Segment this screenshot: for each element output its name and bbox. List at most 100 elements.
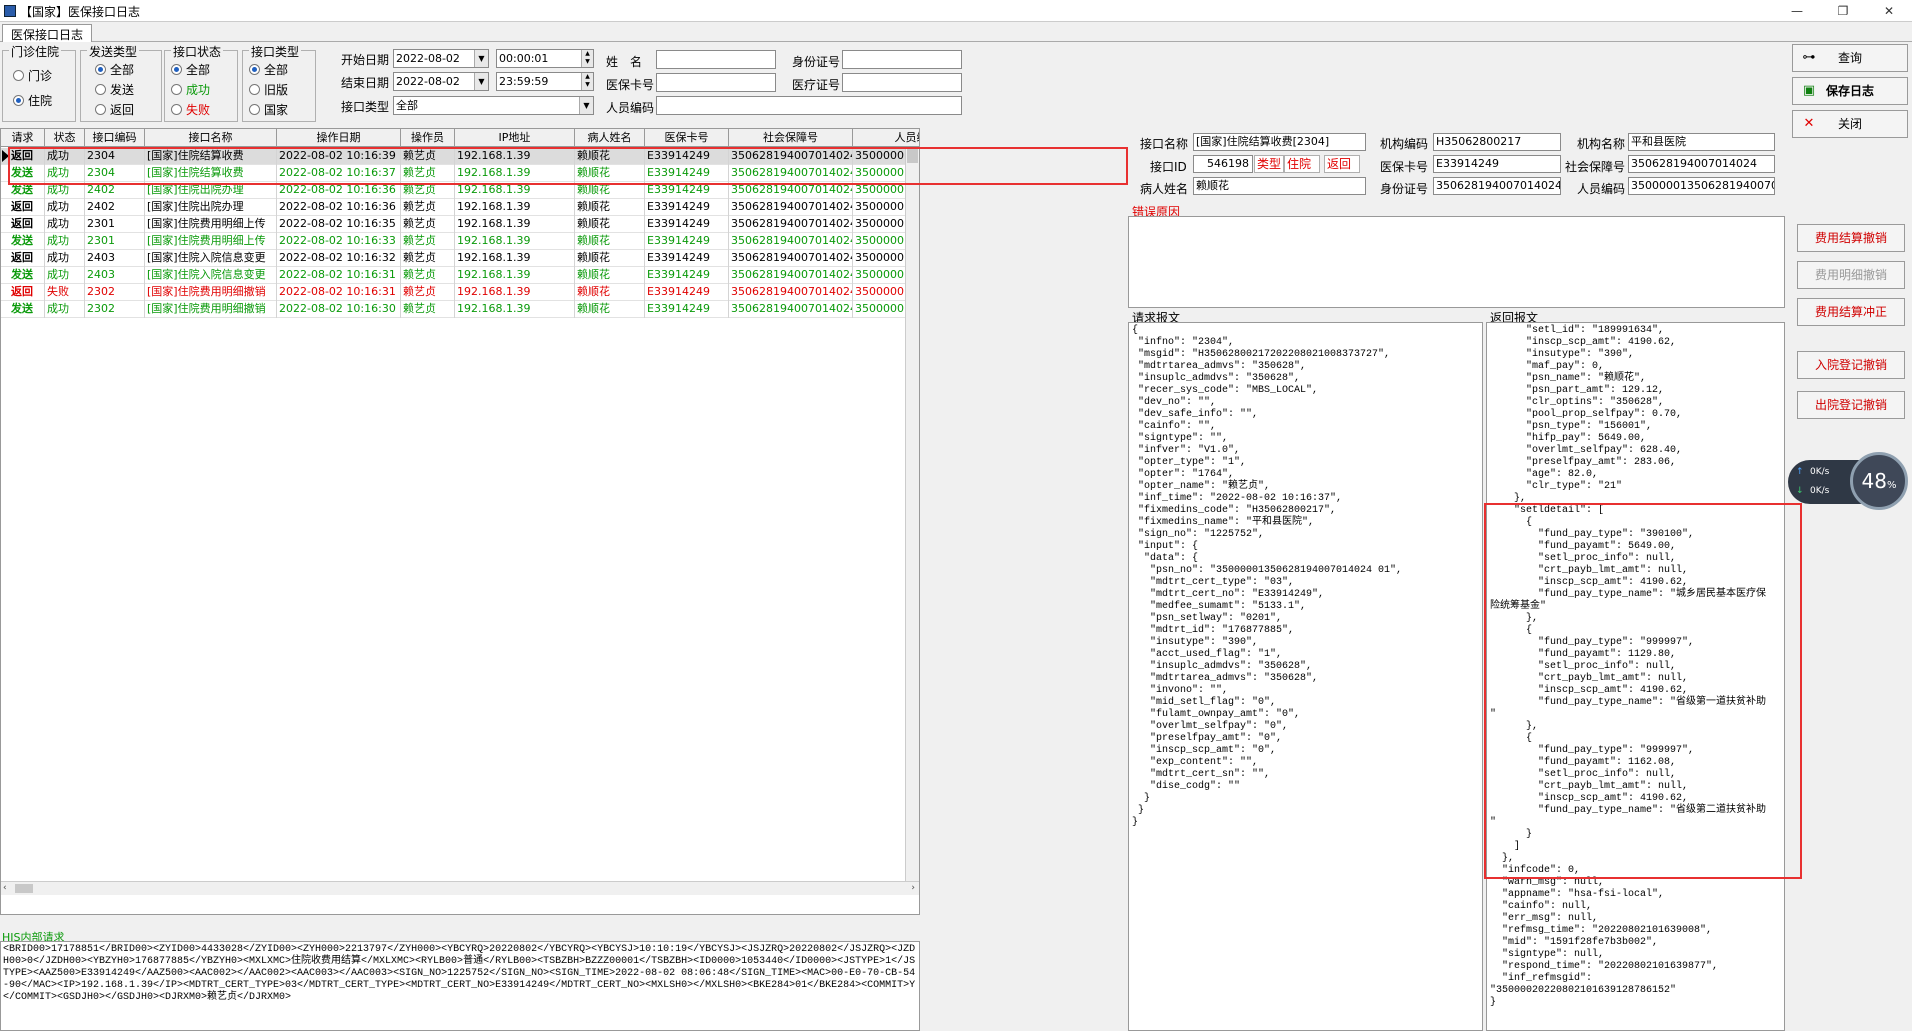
radio-dot-icon (249, 84, 260, 95)
column-header[interactable]: 病人姓名 (575, 129, 645, 147)
table-cell: 返回 (1, 284, 45, 301)
pcode-input[interactable] (656, 96, 962, 115)
name-input[interactable] (656, 50, 776, 69)
column-header[interactable]: 接口名称 (145, 129, 277, 147)
table-cell: 赖顺花 (575, 233, 645, 250)
detail-iface-name: [国家]住院结算收费[2304] (1193, 133, 1366, 151)
chevron-down-icon[interactable]: ▼ (474, 50, 488, 67)
table-cell: [国家]住院入院信息变更 (145, 267, 277, 284)
query-button[interactable]: ⊶ 查询 (1792, 44, 1908, 72)
table-row[interactable]: 返回 成功 2301 [国家]住院费用明细上传 2022-08-02 10:16:35 赖… (1, 216, 919, 233)
column-header[interactable]: 人员编码 (853, 129, 920, 147)
table-cell: 350628194007014024 (729, 216, 853, 233)
table-cell: 2402 (85, 199, 145, 216)
response-message-text: "setl_id": "189991634", "inscp_scp_amt":… (1486, 322, 1785, 1031)
discharge-cancel-button[interactable]: 出院登记撤销 (1797, 391, 1905, 419)
radio-status-fail[interactable]: 失败 (171, 101, 210, 118)
radio-return[interactable]: 返回 (95, 101, 134, 118)
idno-input[interactable] (842, 50, 962, 69)
start-date-picker[interactable]: 2022-08-02 ▼ (393, 49, 489, 68)
table-cell: 成功 (45, 148, 85, 165)
save-log-button[interactable]: ▣ 保存日志 (1792, 77, 1908, 105)
title-bar: 【国家】医保接口日志 — ❐ ✕ (0, 0, 1912, 22)
table-cell: [国家]住院费用明细上传 (145, 233, 277, 250)
table-cell: E33914249 (645, 250, 729, 267)
column-header[interactable]: 操作日期 (277, 129, 401, 147)
radio-label: 旧版 (264, 83, 289, 97)
admit-cancel-button[interactable]: 入院登记撤销 (1797, 351, 1905, 379)
table-cell: 成功 (45, 216, 85, 233)
table-row[interactable]: 发送 成功 2301 [国家]住院费用明细上传 2022-08-02 10:16:33 赖… (1, 233, 919, 250)
radio-send[interactable]: 发送 (95, 81, 134, 98)
radio-dot-icon (249, 64, 260, 75)
column-header[interactable]: 状态 (45, 129, 85, 147)
table-cell: 成功 (45, 165, 85, 182)
table-row[interactable]: 发送 成功 2403 [国家]住院入院信息变更 2022-08-02 10:16:31 赖… (1, 267, 919, 284)
cancel-settle-button[interactable]: 费用结算撤销 (1797, 224, 1905, 252)
radio-iface-all[interactable]: 全部 (249, 61, 288, 78)
settle-reverse-button[interactable]: 费用结算冲正 (1797, 298, 1905, 326)
table-row[interactable]: 返回 成功 2403 [国家]住院入院信息变更 2022-08-02 10:16:32 赖… (1, 250, 919, 267)
chevron-down-icon[interactable]: ▼ (579, 97, 593, 114)
table-row[interactable]: 发送 成功 2304 [国家]住院结算收费 2022-08-02 10:16:37 赖艺贞… (1, 165, 919, 182)
table-cell: [国家]住院费用明细上传 (145, 216, 277, 233)
maximize-button[interactable]: ❐ (1820, 0, 1866, 22)
radio-status-success[interactable]: 成功 (171, 81, 210, 98)
table-cell: 350628194007014024 (729, 165, 853, 182)
detail-idno-label: 身份证号 (1380, 182, 1429, 196)
column-header[interactable]: 操作员 (401, 129, 455, 147)
close-window-button[interactable]: ✕ (1866, 0, 1912, 22)
table-cell: 赖顺花 (575, 148, 645, 165)
scroll-right-icon[interactable]: › (911, 883, 915, 893)
table-cell: 2304 (85, 165, 145, 182)
table-row[interactable]: 发送 成功 2302 [国家]住院费用明细撤销 2022-08-02 10:16:30 赖… (1, 301, 919, 318)
radio-inpatient[interactable]: 住院 (13, 92, 52, 109)
radio-label: 成功 (186, 83, 211, 97)
start-time-input[interactable]: 00:00:01 ▲ ▼ (496, 49, 594, 68)
column-header[interactable]: 医保卡号 (645, 129, 729, 147)
tab-interface-log[interactable]: 医保接口日志 (2, 24, 93, 42)
vertical-scrollbar[interactable] (905, 147, 919, 881)
detail-org-name-label: 机构名称 (1577, 137, 1626, 151)
detail-patient: 赖顺花 (1193, 177, 1366, 195)
card-input[interactable] (656, 73, 776, 92)
network-speed-widget[interactable]: ↑ 0K/s ↓ 0K/s 48% (1788, 452, 1908, 512)
scroll-thumb[interactable] (907, 149, 918, 163)
scroll-left-icon[interactable]: ‹ (3, 883, 7, 893)
column-header[interactable]: 接口编码 (85, 129, 145, 147)
radio-iface-national[interactable]: 国家 (249, 101, 288, 118)
end-date-picker[interactable]: 2022-08-02 ▼ (393, 72, 489, 91)
cancel-detail-button[interactable]: 费用明细撤销 (1797, 261, 1905, 289)
table-cell: 成功 (45, 267, 85, 284)
detail-iface-id-label: 接口ID (1150, 160, 1187, 174)
end-time-input[interactable]: 23:59:59 ▲ ▼ (496, 72, 594, 91)
medcert-input[interactable] (842, 73, 962, 92)
radio-outpatient[interactable]: 门诊 (13, 67, 52, 84)
name-label: 姓 名 (606, 55, 643, 69)
table-row[interactable]: 返回 成功 2402 [国家]住院出院办理 2022-08-02 10:16:36 赖艺贞… (1, 199, 919, 216)
column-header[interactable]: 社会保障号 (729, 129, 853, 147)
table-cell: 192.168.1.39 (455, 216, 575, 233)
horizontal-scrollbar[interactable]: ‹ › (1, 881, 919, 895)
iface-kind-select[interactable]: 全部 ▼ (393, 96, 594, 115)
spinner-icon[interactable]: ▲ ▼ (581, 50, 593, 67)
close-button[interactable]: ✕ 关闭 (1792, 110, 1908, 138)
column-header[interactable]: 请求 (1, 129, 45, 147)
radio-send-all[interactable]: 全部 (95, 61, 134, 78)
radio-iface-old[interactable]: 旧版 (249, 81, 288, 98)
table-cell: 发送 (1, 182, 45, 199)
column-header[interactable]: IP地址 (455, 129, 575, 147)
spinner-icon[interactable]: ▲ ▼ (581, 73, 593, 90)
chevron-down-icon[interactable]: ▼ (474, 73, 488, 90)
radio-status-all[interactable]: 全部 (171, 61, 210, 78)
minimize-button[interactable]: — (1774, 0, 1820, 22)
table-row[interactable]: 返回 失败 2302 [国家]住院费用明细撤销 2022-08-02 10:16:31 赖… (1, 284, 919, 301)
table-cell: 赖艺贞 (401, 301, 455, 318)
table-cell: 2022-08-02 10:16:36 (277, 182, 401, 199)
scroll-thumb[interactable] (15, 884, 33, 893)
radio-label: 返回 (110, 103, 135, 117)
app-icon (4, 5, 16, 17)
table-cell: E33914249 (645, 284, 729, 301)
table-row[interactable]: 返回 成功 2304 [国家]住院结算收费 2022-08-02 10:16:39 赖艺贞… (1, 148, 919, 165)
table-row[interactable]: 发送 成功 2402 [国家]住院出院办理 2022-08-02 10:16:36 赖艺贞… (1, 182, 919, 199)
